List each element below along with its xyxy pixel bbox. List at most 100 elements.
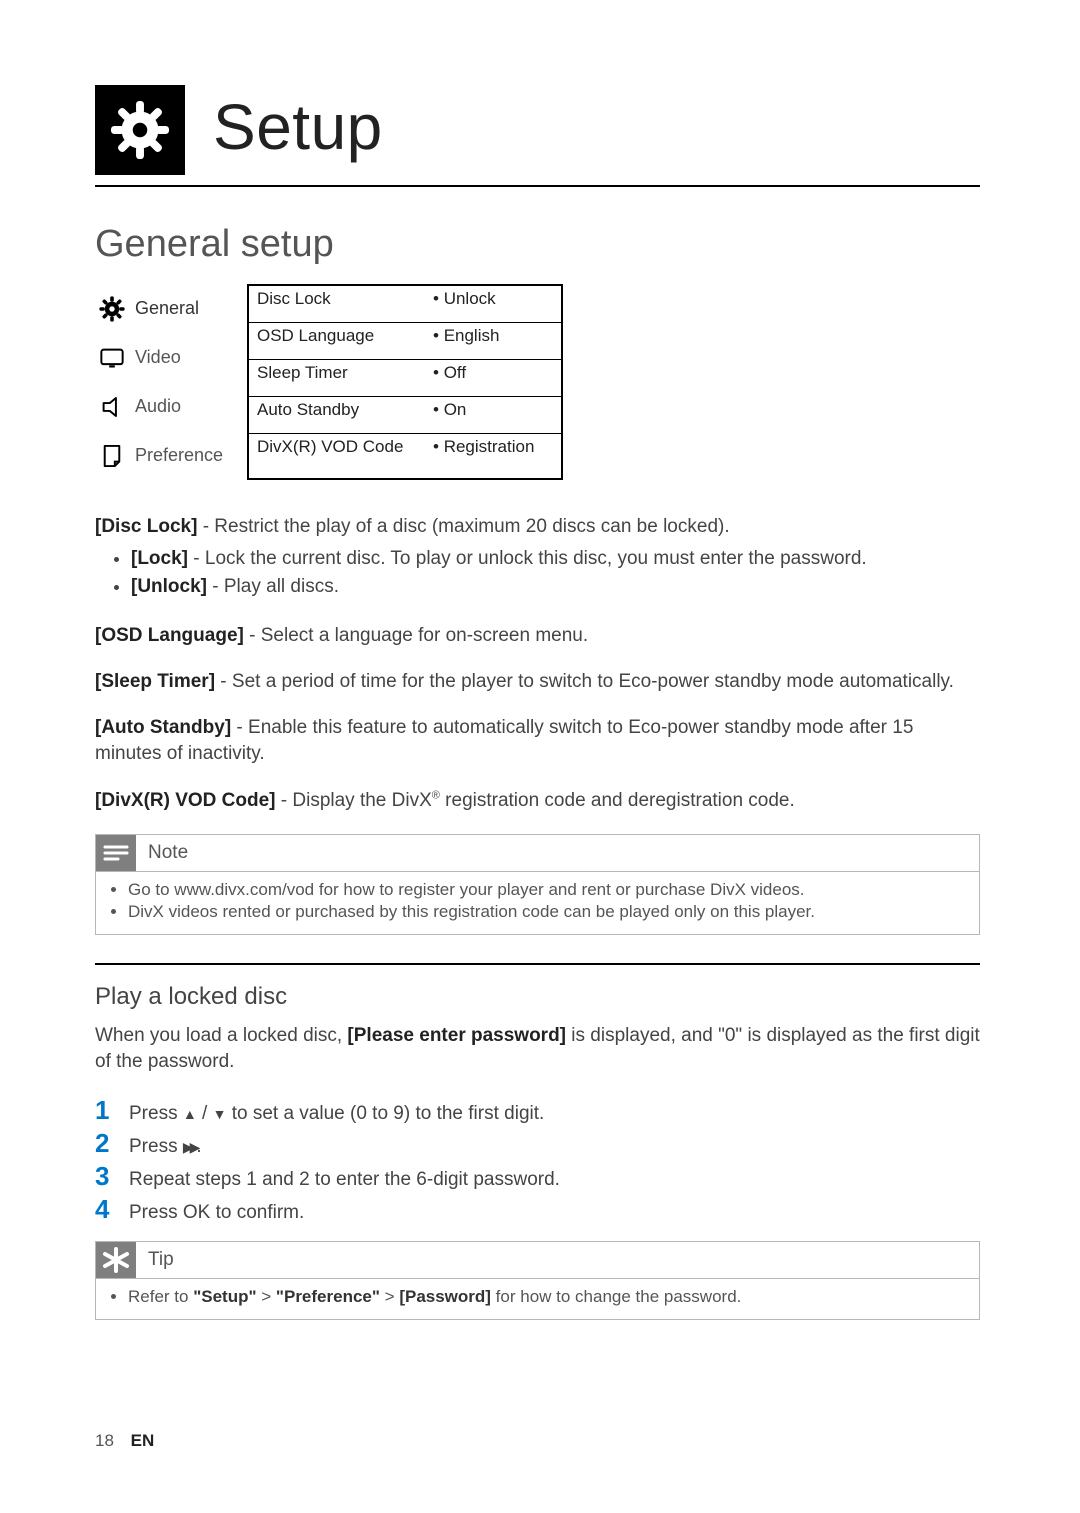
text: Press — [129, 1202, 183, 1223]
sidebar-item-label: Preference — [135, 445, 223, 466]
value-cell: On — [425, 397, 562, 434]
text: . — [196, 1136, 201, 1157]
menu-options-table: Disc LockUnlock OSD LanguageEnglish Slee… — [247, 284, 563, 480]
callout-body: Refer to "Setup" > "Preference" > [Passw… — [96, 1278, 979, 1319]
def-auto-standby: [Auto Standby] - Enable this feature to … — [95, 715, 980, 767]
triangle-up-icon — [183, 1103, 197, 1124]
sidebar-item-label: Audio — [135, 396, 181, 417]
def-divx: [DivX(R) VOD Code] - Display the DivX® r… — [95, 788, 980, 814]
step-item: 2 Press . — [95, 1128, 980, 1159]
step-item: 1 Press / to set a value (0 to 9) to the… — [95, 1095, 980, 1126]
page-footer: 18 EN — [95, 1431, 154, 1451]
text: When you load a locked disc, — [95, 1025, 347, 1046]
step-text: Press / to set a value (0 to 9) to the f… — [129, 1103, 544, 1125]
screen-icon — [95, 341, 129, 375]
step-item: 3 Repeat steps 1 and 2 to enter the 6-di… — [95, 1161, 980, 1192]
def-desc: - Play all discs. — [207, 576, 339, 597]
page-number: 18 — [95, 1431, 114, 1450]
list-item: DivX videos rented or purchased by this … — [128, 902, 969, 922]
value-cell: Unlock — [425, 285, 562, 323]
text: > — [380, 1287, 399, 1306]
note-icon — [95, 439, 129, 473]
list-item: [Lock] - Lock the current disc. To play … — [131, 546, 980, 572]
def-term: [Unlock] — [131, 576, 207, 597]
value-cell: Off — [425, 360, 562, 397]
step-text: Press . — [129, 1136, 202, 1158]
text-bold: OK — [183, 1202, 210, 1223]
def-disc-lock: [Disc Lock] - Restrict the play of a dis… — [95, 514, 980, 540]
subsection-title: Play a locked disc — [95, 983, 980, 1011]
sidebar-item-preference: Preference — [95, 431, 247, 480]
list-item: Refer to "Setup" > "Preference" > [Passw… — [128, 1287, 969, 1307]
play-locked-intro: When you load a locked disc, [Please ent… — [95, 1023, 980, 1075]
sidebar-item-video: Video — [95, 333, 247, 382]
chapter-title: Setup — [213, 90, 383, 164]
def-disc-lock-sublist: [Lock] - Lock the current disc. To play … — [95, 546, 980, 600]
def-desc: - Restrict the play of a disc (maximum 2… — [197, 516, 729, 537]
def-term: [Lock] — [131, 548, 188, 569]
triangle-down-icon — [213, 1103, 227, 1124]
menu-sidebar: General Video Audio Preference — [95, 284, 247, 480]
fast-forward-icon — [183, 1136, 197, 1157]
step-number: 1 — [95, 1095, 129, 1126]
table-row: Auto StandbyOn — [248, 397, 562, 434]
table-row: Sleep TimerOff — [248, 360, 562, 397]
list-item: [Unlock] - Play all discs. — [131, 574, 980, 600]
callout-title: Note — [148, 842, 188, 864]
def-desc-post: registration code and deregistration cod… — [440, 790, 795, 811]
def-osd-language: [OSD Language] - Select a language for o… — [95, 623, 980, 649]
option-cell: OSD Language — [248, 323, 425, 360]
text: for how to change the password. — [491, 1287, 741, 1306]
def-sleep-timer: [Sleep Timer] - Set a period of time for… — [95, 669, 980, 695]
option-cell: Auto Standby — [248, 397, 425, 434]
def-term: [DivX(R) VOD Code] — [95, 790, 276, 811]
text: Press — [129, 1103, 183, 1124]
speaker-icon — [95, 390, 129, 424]
table-row: DivX(R) VOD CodeRegistration — [248, 434, 562, 480]
text: Press — [129, 1136, 183, 1157]
option-cell: Sleep Timer — [248, 360, 425, 397]
tip-asterisk-icon — [96, 1242, 136, 1278]
option-cell: DivX(R) VOD Code — [248, 434, 425, 480]
step-item: 4 Press OK to confirm. — [95, 1194, 980, 1225]
sidebar-item-label: Video — [135, 347, 181, 368]
option-cell: Disc Lock — [248, 285, 425, 323]
step-number: 2 — [95, 1128, 129, 1159]
text: > — [257, 1287, 276, 1306]
def-desc: - Select a language for on-screen menu. — [244, 625, 588, 646]
setup-menu-figure: General Video Audio Preference — [95, 284, 980, 480]
text: Refer to — [128, 1287, 193, 1306]
sidebar-item-label: General — [135, 298, 199, 319]
callout-body: Go to www.divx.com/vod for how to regist… — [96, 871, 979, 934]
def-desc-pre: - Display the DivX — [276, 790, 432, 811]
table-row: Disc LockUnlock — [248, 285, 562, 323]
def-term: [Sleep Timer] — [95, 671, 215, 692]
section-divider — [95, 963, 980, 965]
def-desc: - Set a period of time for the player to… — [215, 671, 954, 692]
step-number: 4 — [95, 1194, 129, 1225]
gear-icon — [95, 292, 129, 326]
step-number: 3 — [95, 1161, 129, 1192]
value-cell: Registration — [425, 434, 562, 480]
text-bold: [Password] — [399, 1287, 491, 1306]
section-title: General setup — [95, 223, 980, 266]
def-desc: - Lock the current disc. To play or unlo… — [188, 548, 867, 569]
tip-callout: Tip Refer to "Setup" > "Preference" > [P… — [95, 1241, 980, 1320]
sidebar-item-audio: Audio — [95, 382, 247, 431]
registered-mark: ® — [432, 789, 440, 801]
text-bold: "Setup" — [193, 1287, 256, 1306]
callout-title: Tip — [148, 1249, 174, 1271]
gear-icon — [95, 85, 185, 175]
table-row: OSD LanguageEnglish — [248, 323, 562, 360]
step-text: Press OK to confirm. — [129, 1202, 304, 1224]
callout-head: Tip — [96, 1242, 979, 1278]
chapter-header: Setup — [95, 85, 980, 187]
def-term: [Auto Standby] — [95, 717, 231, 738]
text: to confirm. — [210, 1202, 304, 1223]
step-text: Repeat steps 1 and 2 to enter the 6-digi… — [129, 1169, 560, 1191]
text: to set a value (0 to 9) to the first dig… — [226, 1103, 544, 1124]
sidebar-item-general: General — [95, 284, 247, 333]
text-bold: [Please enter password] — [347, 1025, 566, 1046]
value-cell: English — [425, 323, 562, 360]
def-term: [Disc Lock] — [95, 516, 197, 537]
